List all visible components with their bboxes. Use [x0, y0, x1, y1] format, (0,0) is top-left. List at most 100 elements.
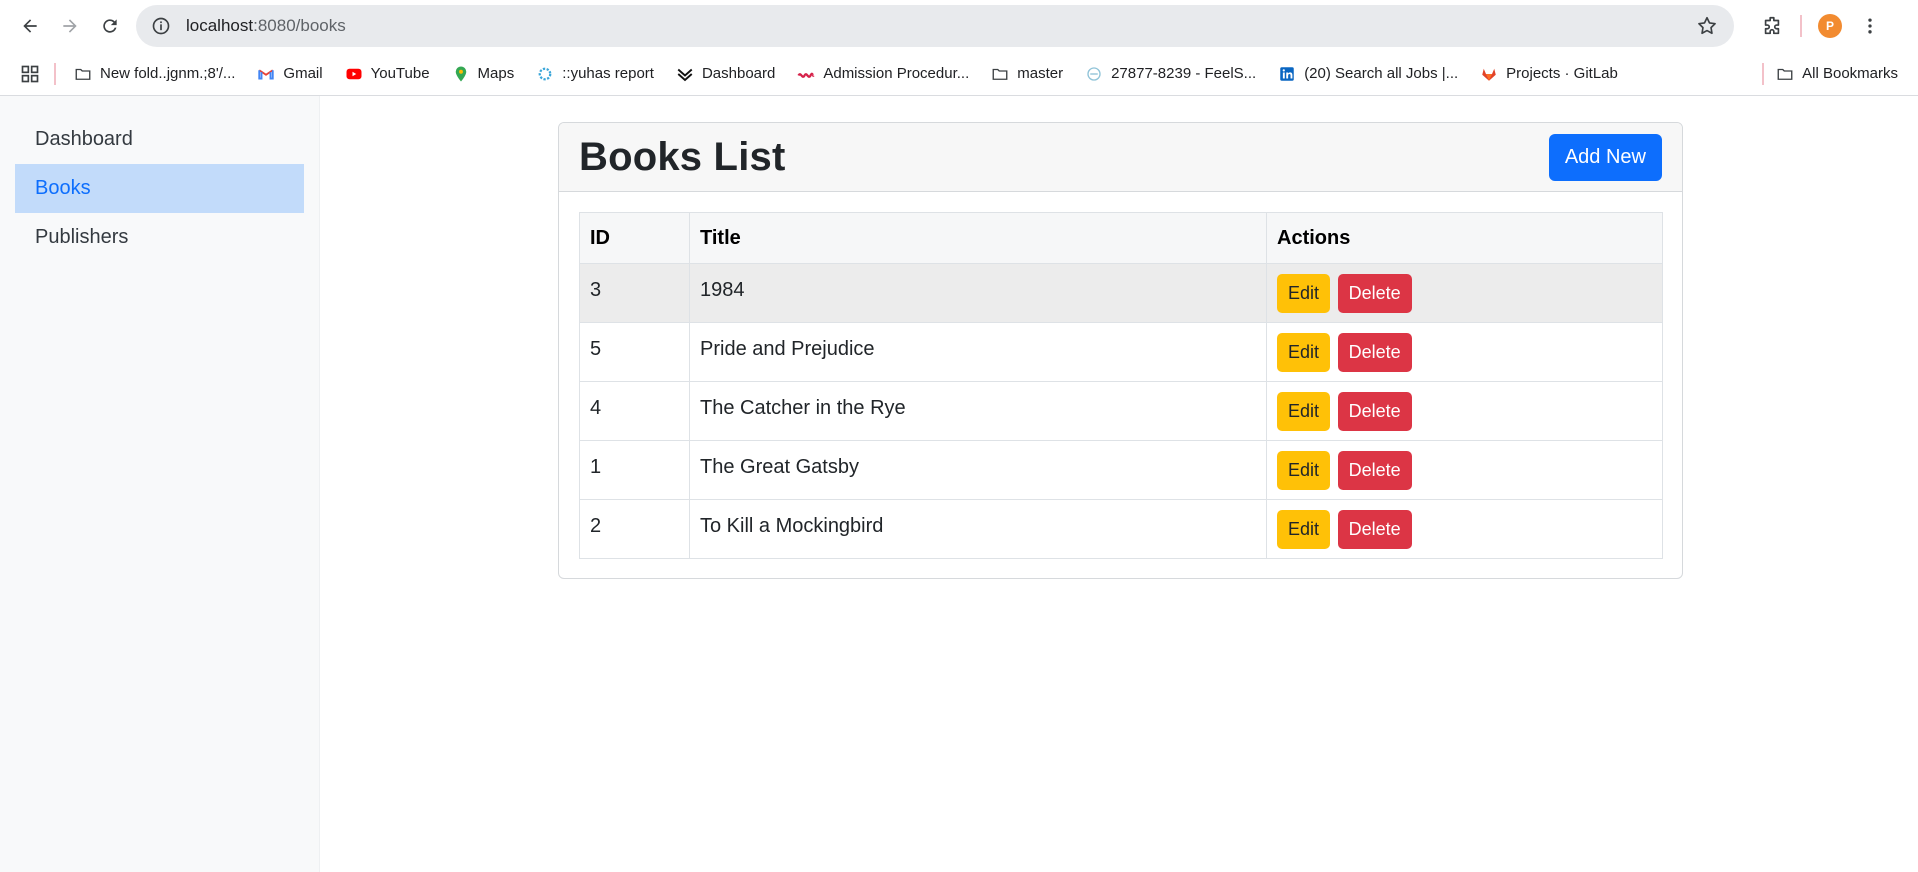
gmail-icon	[257, 65, 275, 83]
info-icon[interactable]	[150, 15, 172, 37]
address-bar[interactable]: localhost:8080/books	[136, 5, 1734, 47]
youtube-icon	[345, 65, 363, 83]
book-id: 1	[579, 440, 690, 500]
bookmarks-bar: New fold..jgnm.;8'/... Gmail YouTube Map…	[0, 52, 1918, 96]
column-header-id: ID	[579, 212, 690, 264]
apps-grid-icon	[21, 65, 39, 82]
book-actions: Edit Delete	[1266, 499, 1663, 559]
book-title: The Catcher in the Rye	[689, 381, 1267, 441]
all-bookmarks-button[interactable]: All Bookmarks	[1776, 65, 1898, 83]
column-header-actions: Actions	[1266, 212, 1663, 264]
bookmark-item[interactable]: YouTube	[345, 65, 430, 83]
table-row: 4 The Catcher in the Rye Edit Delete	[579, 381, 1663, 441]
kebab-menu-icon	[1868, 18, 1872, 34]
sidebar: Dashboard Books Publishers	[0, 96, 320, 872]
avatar: P	[1818, 14, 1842, 38]
forward-button[interactable]	[50, 6, 90, 46]
bookmark-item[interactable]: New fold..jgnm.;8'/...	[74, 65, 235, 83]
bookmark-label: ::yuhas report	[562, 65, 654, 82]
url-host: localhost	[186, 16, 254, 35]
books-card: Books List Add New ID Title Actions 3 19…	[558, 122, 1683, 579]
bookmark-label: 27877-8239 - FeelS...	[1111, 65, 1257, 82]
app-layout: Dashboard Books Publishers Books List Ad…	[0, 96, 1918, 872]
extensions-button[interactable]	[1752, 6, 1792, 46]
bookmark-item[interactable]: (20) Search all Jobs |...	[1278, 65, 1458, 83]
menu-button[interactable]	[1850, 6, 1890, 46]
delete-button[interactable]: Delete	[1337, 450, 1412, 490]
delete-button[interactable]: Delete	[1337, 273, 1412, 313]
book-title: Pride and Prejudice	[689, 322, 1267, 382]
sidebar-item-books[interactable]: Books	[15, 164, 304, 213]
toolbar-divider	[1800, 15, 1802, 37]
book-actions: Edit Delete	[1266, 440, 1663, 500]
books-table: ID Title Actions 3 1984 Edit Delete 5 Pr…	[579, 212, 1663, 559]
main-content: Books List Add New ID Title Actions 3 19…	[320, 96, 1918, 872]
reload-button[interactable]	[90, 6, 130, 46]
arrow-right-icon	[63, 19, 77, 33]
bookmark-item[interactable]: Projects · GitLab	[1480, 65, 1618, 83]
bookmark-item[interactable]: ::yuhas report	[536, 65, 654, 83]
reload-icon	[103, 19, 117, 33]
book-id: 3	[579, 263, 690, 323]
bookmark-label: (20) Search all Jobs |...	[1304, 65, 1459, 82]
edit-button[interactable]: Edit	[1277, 509, 1331, 549]
bookmark-label: YouTube	[370, 65, 430, 82]
delete-button[interactable]: Delete	[1337, 509, 1412, 549]
add-new-button[interactable]: Add New	[1548, 133, 1662, 181]
card-body: ID Title Actions 3 1984 Edit Delete 5 Pr…	[559, 192, 1682, 578]
edit-button[interactable]: Edit	[1277, 391, 1331, 431]
bookmark-label: master	[1017, 65, 1064, 82]
table-row: 3 1984 Edit Delete	[579, 263, 1663, 323]
bookmark-item[interactable]: Dashboard	[676, 65, 775, 83]
book-actions: Edit Delete	[1266, 322, 1663, 382]
back-button[interactable]	[10, 6, 50, 46]
url-text: localhost:8080/books	[186, 16, 346, 36]
bookmark-item[interactable]: Maps	[452, 65, 515, 83]
table-header-row: ID Title Actions	[579, 212, 1663, 264]
bookmark-label: New fold..jgnm.;8'/...	[100, 65, 236, 82]
gear-icon	[536, 65, 554, 83]
table-row: 1 The Great Gatsby Edit Delete	[579, 440, 1663, 500]
admission-icon	[797, 65, 815, 83]
book-id: 4	[579, 381, 690, 441]
edit-button[interactable]: Edit	[1277, 273, 1331, 313]
bookmark-label: Admission Procedur...	[823, 65, 970, 82]
maps-icon	[452, 65, 470, 83]
column-header-title: Title	[689, 212, 1267, 264]
bookmark-item[interactable]: Gmail	[257, 65, 323, 83]
sidebar-item-publishers[interactable]: Publishers	[15, 213, 304, 262]
table-row: 2 To Kill a Mockingbird Edit Delete	[579, 499, 1663, 559]
edit-button[interactable]: Edit	[1277, 450, 1331, 490]
folder-icon	[991, 65, 1009, 83]
folder-icon	[1776, 65, 1794, 83]
book-title: To Kill a Mockingbird	[689, 499, 1267, 559]
book-title: 1984	[689, 263, 1267, 323]
page-title: Books List	[579, 134, 786, 179]
table-row: 5 Pride and Prejudice Edit Delete	[579, 322, 1663, 382]
sidebar-item-dashboard[interactable]: Dashboard	[15, 115, 304, 164]
bookmark-item[interactable]: 27877-8239 - FeelS...	[1085, 65, 1256, 83]
all-bookmarks-label: All Bookmarks	[1802, 65, 1898, 82]
feels-icon	[1085, 65, 1103, 83]
apps-button[interactable]	[20, 64, 40, 84]
bookmark-star-icon[interactable]	[1696, 15, 1718, 37]
bookmark-item[interactable]: master	[991, 65, 1063, 83]
arrow-left-icon	[23, 19, 37, 33]
bookmark-label: Maps	[477, 65, 515, 82]
delete-button[interactable]: Delete	[1337, 391, 1412, 431]
bookmark-label: Gmail	[283, 65, 323, 82]
puzzle-icon	[1764, 16, 1780, 35]
dashboard-icon	[676, 65, 694, 83]
profile-button[interactable]: P	[1810, 6, 1850, 46]
book-id: 2	[579, 499, 690, 559]
book-title: The Great Gatsby	[689, 440, 1267, 500]
book-actions: Edit Delete	[1266, 263, 1663, 323]
book-id: 5	[579, 322, 690, 382]
bookmark-label: Dashboard	[701, 65, 776, 82]
edit-button[interactable]: Edit	[1277, 332, 1331, 372]
book-actions: Edit Delete	[1266, 381, 1663, 441]
bookmark-item[interactable]: Admission Procedur...	[797, 65, 969, 83]
delete-button[interactable]: Delete	[1337, 332, 1412, 372]
bookmarks-divider	[54, 62, 56, 85]
bookmark-label: Projects · GitLab	[1506, 65, 1618, 82]
